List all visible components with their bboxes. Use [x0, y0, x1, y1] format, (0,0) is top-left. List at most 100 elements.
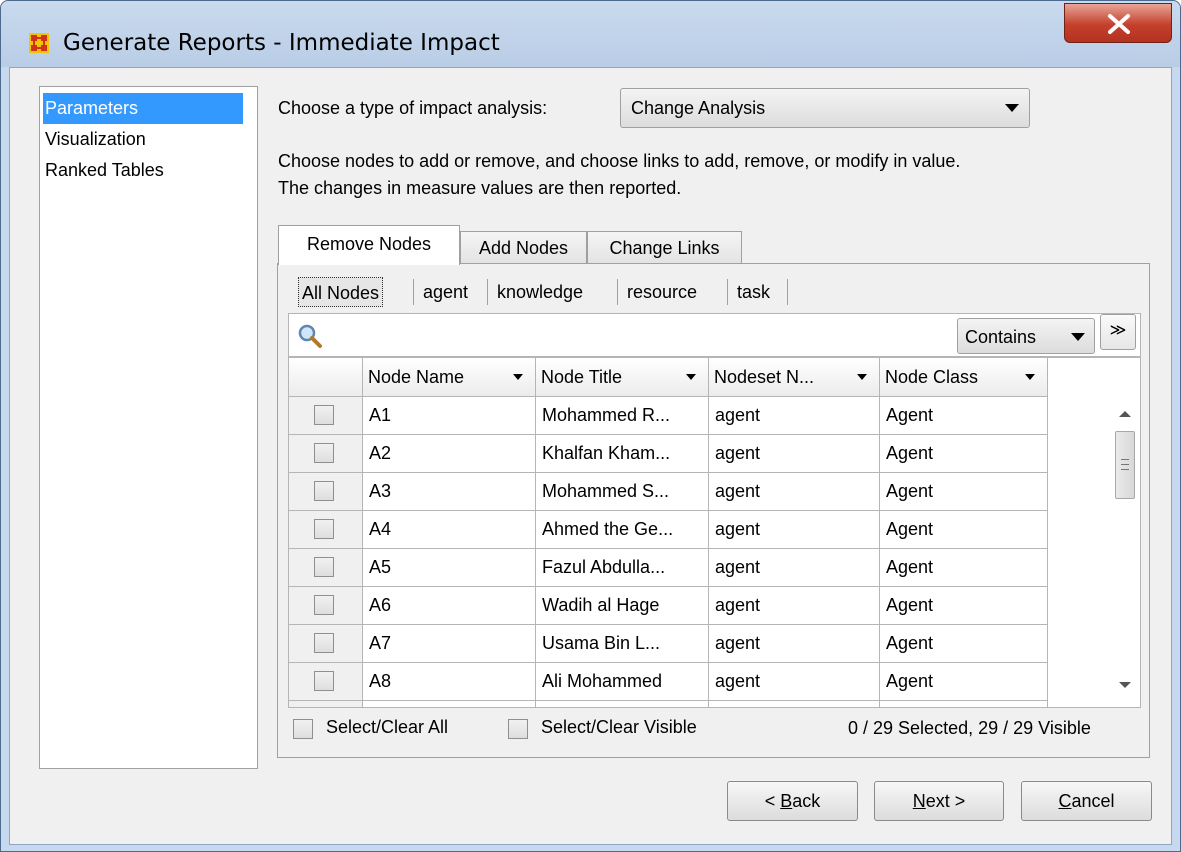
row-select-cell: [289, 435, 363, 473]
analysis-type-dropdown[interactable]: Change Analysis: [620, 88, 1030, 128]
cell-node-title: Mohammed S...: [536, 473, 709, 511]
row-select-cell: [289, 587, 363, 625]
row-checkbox[interactable]: [314, 519, 334, 539]
cancel-button[interactable]: Cancel: [1021, 781, 1152, 821]
scroll-down-icon[interactable]: [1119, 682, 1131, 688]
table-row[interactable]: A3 Mohammed S... agent Agent: [289, 473, 1048, 511]
cell-node-title: Wadih al Hage: [536, 587, 709, 625]
search-input[interactable]: Contains: [288, 313, 1141, 357]
row-checkbox[interactable]: [314, 557, 334, 577]
cell-node-class: Agent: [880, 511, 1048, 549]
row-checkbox[interactable]: [314, 443, 334, 463]
description-line-1: Choose nodes to add or remove, and choos…: [278, 151, 961, 171]
row-checkbox[interactable]: [314, 671, 334, 691]
table-row[interactable]: A1 Mohammed R... agent Agent: [289, 397, 1048, 435]
expand-filter-button[interactable]: ≫: [1100, 314, 1136, 350]
subtab-separator: [787, 279, 788, 305]
cell-node-title: Fazul Abdulla...: [536, 549, 709, 587]
dialog-content: Parameters Visualization Ranked Tables C…: [9, 67, 1172, 845]
tab-remove-nodes[interactable]: Remove Nodes: [278, 225, 460, 265]
selection-status: 0 / 29 Selected, 29 / 29 Visible: [848, 718, 1091, 738]
table-row[interactable]: A5 Fazul Abdulla... agent Agent: [289, 549, 1048, 587]
nav-item-visualization[interactable]: Visualization: [43, 124, 243, 155]
cell-node-name: A8: [363, 663, 536, 701]
cell-node-name: A6: [363, 587, 536, 625]
cell-node-name: A2: [363, 435, 536, 473]
tab-add-nodes[interactable]: Add Nodes: [460, 231, 587, 265]
subtab-knowledge[interactable]: knowledge: [497, 277, 583, 307]
header-node-name[interactable]: Node Name: [363, 358, 536, 397]
tab-change-links[interactable]: Change Links: [587, 231, 742, 265]
table-row-partial: [289, 701, 1048, 707]
cell-node-name: [363, 701, 536, 707]
row-checkbox[interactable]: [314, 481, 334, 501]
row-select-cell: [289, 473, 363, 511]
header-nodeset-name[interactable]: Nodeset N...: [709, 358, 880, 397]
app-icon: [29, 33, 49, 53]
cell-node-class: Agent: [880, 587, 1048, 625]
back-button[interactable]: < Back: [727, 781, 858, 821]
cell-node-class: Agent: [880, 473, 1048, 511]
subtab-agent[interactable]: agent: [423, 277, 468, 307]
table-row[interactable]: A4 Ahmed the Ge... agent Agent: [289, 511, 1048, 549]
next-button[interactable]: Next >: [874, 781, 1004, 821]
subtab-separator: [617, 279, 618, 305]
next-label-post: ext >: [925, 791, 966, 811]
row-checkbox[interactable]: [314, 633, 334, 653]
cell-nodeset: [709, 701, 880, 707]
row-select-cell: [289, 511, 363, 549]
table-row[interactable]: A6 Wadih al Hage agent Agent: [289, 587, 1048, 625]
cell-nodeset: agent: [709, 587, 880, 625]
close-icon: [1108, 14, 1130, 34]
vertical-scrollbar[interactable]: [1109, 397, 1140, 707]
nav-item-ranked-tables[interactable]: Ranked Tables: [43, 155, 243, 186]
subtab-all-nodes[interactable]: All Nodes: [298, 277, 384, 307]
cell-node-class: Agent: [880, 435, 1048, 473]
cell-nodeset: agent: [709, 625, 880, 663]
row-checkbox[interactable]: [314, 595, 334, 615]
cell-node-title: Mohammed R...: [536, 397, 709, 435]
cell-node-class: [880, 701, 1048, 707]
cell-nodeset: agent: [709, 435, 880, 473]
table-row[interactable]: A7 Usama Bin L... agent Agent: [289, 625, 1048, 663]
cell-node-class: Agent: [880, 397, 1048, 435]
next-mnemonic: N: [912, 791, 926, 811]
description-line-2: The changes in measure values are then r…: [278, 178, 682, 198]
table-row[interactable]: A8 Ali Mohammed agent Agent: [289, 663, 1048, 701]
cell-node-name: A7: [363, 625, 536, 663]
header-label: Node Class: [885, 367, 979, 387]
row-select-cell: [289, 701, 363, 707]
cell-nodeset: agent: [709, 549, 880, 587]
cell-node-title: [536, 701, 709, 707]
select-visible-checkbox[interactable]: [508, 719, 528, 739]
back-label-pre: <: [764, 791, 781, 811]
header-label: Node Title: [541, 367, 623, 387]
subtab-separator: [413, 279, 414, 305]
close-button[interactable]: [1064, 3, 1172, 43]
sort-arrow-icon: [686, 374, 696, 380]
cell-nodeset: agent: [709, 397, 880, 435]
header-checkbox-column: [289, 358, 363, 397]
cell-node-class: Agent: [880, 625, 1048, 663]
scroll-up-icon[interactable]: [1119, 411, 1131, 417]
cell-nodeset: agent: [709, 663, 880, 701]
title-bar[interactable]: Generate Reports - Immediate Impact: [1, 1, 1180, 67]
subtab-separator: [487, 279, 488, 305]
dialog-window: Generate Reports - Immediate Impact Para…: [0, 0, 1181, 852]
subtab-resource[interactable]: resource: [627, 277, 697, 307]
match-mode-dropdown[interactable]: Contains: [957, 318, 1095, 354]
back-label-post: ack: [792, 791, 821, 811]
analysis-type-label: Choose a type of impact analysis:: [278, 98, 548, 118]
header-label: Node Name: [368, 367, 465, 387]
sort-arrow-icon: [857, 374, 867, 380]
cell-node-title: Ali Mohammed: [536, 663, 709, 701]
row-checkbox[interactable]: [314, 405, 334, 425]
nav-item-parameters[interactable]: Parameters: [43, 93, 243, 124]
window-title: Generate Reports - Immediate Impact: [63, 30, 500, 56]
select-all-checkbox[interactable]: [293, 719, 313, 739]
table-row[interactable]: A2 Khalfan Kham... agent Agent: [289, 435, 1048, 473]
subtab-task[interactable]: task: [737, 277, 770, 307]
header-node-class[interactable]: Node Class: [880, 358, 1048, 397]
scroll-thumb[interactable]: [1115, 431, 1135, 499]
header-node-title[interactable]: Node Title: [536, 358, 709, 397]
